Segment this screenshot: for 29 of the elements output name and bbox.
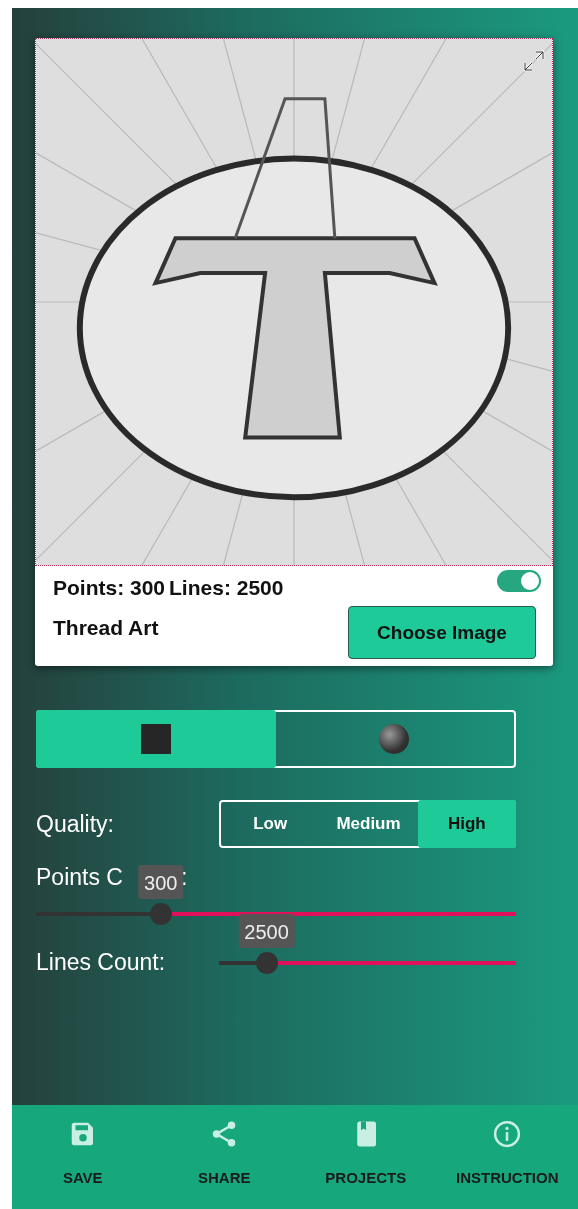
nav-item[interactable]: INSTRUCTION xyxy=(436,1105,578,1209)
shape-tab[interactable] xyxy=(36,710,276,768)
info-icon xyxy=(492,1119,523,1149)
nav-label: SHARE xyxy=(198,1169,251,1186)
sphere-icon xyxy=(379,724,409,754)
slider-thumb[interactable] xyxy=(255,951,278,974)
slider-label: Points C xyxy=(36,864,123,891)
quality-option[interactable]: High xyxy=(417,800,516,848)
points-count: Points: 300 xyxy=(53,576,166,600)
toggle-switch[interactable] xyxy=(497,570,541,592)
nav-label: INSTRUCTION xyxy=(456,1169,559,1186)
quality-label: Quality: xyxy=(36,810,114,838)
app-title: Thread Art xyxy=(53,616,160,640)
slider[interactable] xyxy=(219,951,516,974)
nav-label: SAVE xyxy=(62,1169,103,1186)
value-tooltip: 300 xyxy=(138,865,184,899)
nav-item[interactable]: SAVE xyxy=(12,1105,154,1209)
slider-thumb[interactable] xyxy=(149,903,172,925)
lines-count: Lines: 2500 xyxy=(169,576,284,600)
choose-image-button[interactable]: Choose Image xyxy=(348,606,536,659)
square-icon xyxy=(141,724,171,754)
nav-label: PROJECTS xyxy=(325,1169,407,1186)
nav-item[interactable]: SHARE xyxy=(153,1105,295,1209)
value-tooltip: 2500 xyxy=(238,913,295,948)
quality-option[interactable]: Low xyxy=(221,802,320,846)
fullscreen-icon[interactable] xyxy=(522,49,546,73)
quality-option[interactable]: Medium xyxy=(319,802,418,846)
slider-label: Lines Count: xyxy=(36,949,166,976)
nav-item[interactable]: PROJECTS xyxy=(295,1105,437,1209)
